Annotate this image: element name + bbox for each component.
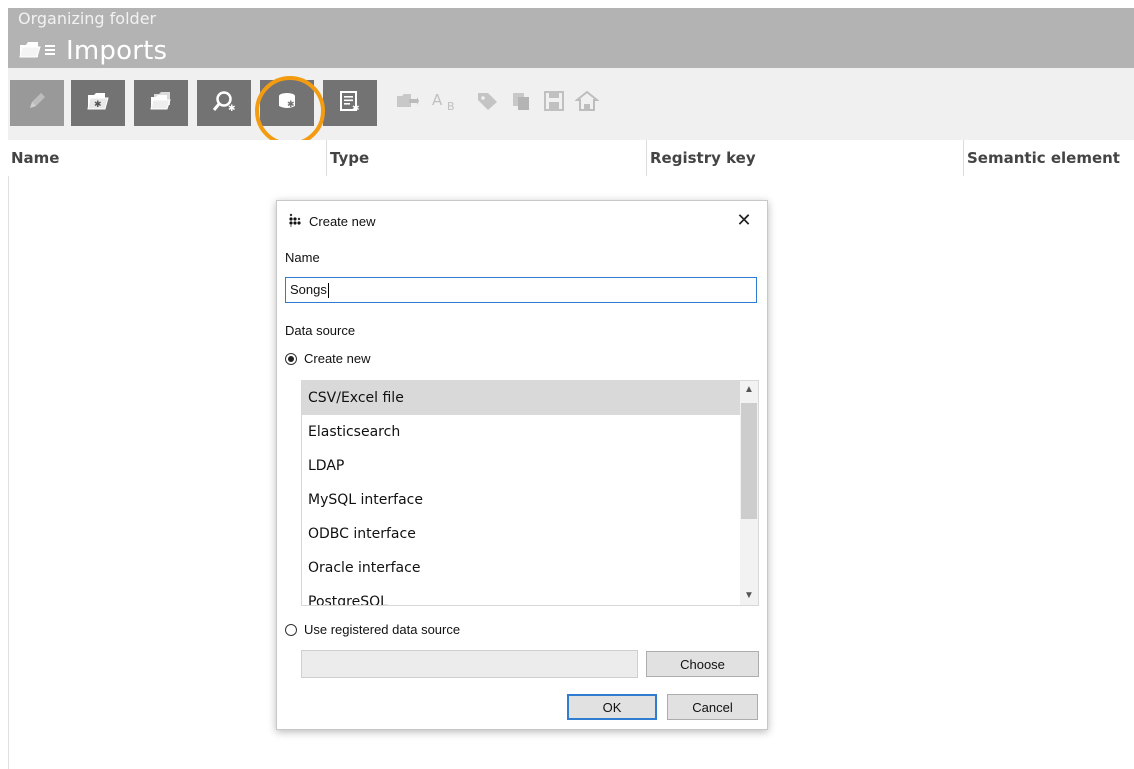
data-source-type-list[interactable]: CSV/Excel file Elasticsearch LDAP MySQL … bbox=[301, 380, 759, 606]
list-item[interactable]: PostgreSQL bbox=[302, 585, 740, 605]
folder-list-icon bbox=[18, 37, 60, 65]
svg-text:✱: ✱ bbox=[228, 104, 236, 113]
svg-text:B: B bbox=[447, 100, 455, 112]
page-header: Organizing folder Imports bbox=[8, 8, 1134, 68]
home-button[interactable] bbox=[574, 90, 600, 116]
database-add-icon: ✱ bbox=[274, 89, 300, 117]
dialog-title: Create new bbox=[309, 214, 376, 229]
svg-text:✱: ✱ bbox=[287, 100, 295, 110]
use-registered-radio-row[interactable]: Use registered data source bbox=[285, 622, 460, 637]
scrollbar-thumb[interactable] bbox=[741, 403, 757, 519]
list-scrollbar[interactable]: ▲ ▼ bbox=[740, 381, 758, 605]
scroll-up-button[interactable]: ▲ bbox=[740, 381, 758, 399]
text-caret bbox=[327, 283, 329, 299]
svg-text:✱: ✱ bbox=[352, 104, 360, 113]
chevron-down-icon: ▼ bbox=[744, 590, 754, 601]
move-icon bbox=[395, 91, 419, 115]
scroll-down-button[interactable]: ▼ bbox=[740, 587, 758, 605]
tag-button[interactable] bbox=[474, 90, 500, 116]
choose-button[interactable]: Choose bbox=[646, 651, 759, 677]
page-title: Imports bbox=[66, 36, 168, 66]
ok-button[interactable]: OK bbox=[567, 694, 657, 720]
registered-source-field[interactable] bbox=[301, 650, 638, 678]
search-add-icon: ✱ bbox=[211, 89, 237, 117]
create-new-radio[interactable] bbox=[285, 352, 297, 365]
close-icon: ✕ bbox=[736, 210, 752, 230]
column-header-row: Name Type Registry key Semantic element bbox=[8, 140, 1134, 176]
save-button[interactable] bbox=[541, 90, 567, 116]
breadcrumb-subtitle: Organizing folder bbox=[18, 9, 157, 28]
toolbar: ✱ ✱ ✱ ✱ AB bbox=[8, 68, 1134, 148]
data-source-label: Data source bbox=[285, 323, 356, 338]
new-form-button[interactable]: ✱ bbox=[323, 80, 377, 126]
save-icon bbox=[543, 90, 565, 116]
list-item[interactable]: Oracle interface bbox=[302, 551, 740, 585]
edit-button[interactable] bbox=[10, 80, 64, 126]
create-new-radio-row[interactable]: Create new bbox=[285, 351, 370, 366]
dialog-titlebar: Create new bbox=[289, 213, 375, 230]
title-row: Imports bbox=[18, 34, 167, 68]
cancel-button[interactable]: Cancel bbox=[667, 694, 758, 720]
list-item[interactable]: CSV/Excel file bbox=[302, 381, 740, 415]
pencil-icon bbox=[25, 89, 49, 117]
list-item[interactable]: ODBC interface bbox=[302, 517, 740, 551]
list-item[interactable]: MySQL interface bbox=[302, 483, 740, 517]
list-item[interactable]: LDAP bbox=[302, 449, 740, 483]
new-search-button[interactable]: ✱ bbox=[197, 80, 251, 126]
rename-button[interactable]: AB bbox=[430, 90, 464, 116]
column-header-name[interactable]: Name bbox=[8, 140, 321, 176]
folder-add-icon: ✱ bbox=[85, 89, 111, 117]
new-data-source-button[interactable]: ✱ bbox=[260, 80, 314, 126]
tag-icon bbox=[475, 90, 499, 116]
svg-text:✱: ✱ bbox=[94, 100, 102, 110]
column-header-registry-key[interactable]: Registry key bbox=[646, 140, 960, 176]
form-add-icon: ✱ bbox=[337, 89, 363, 117]
copy-icon bbox=[510, 90, 532, 116]
name-input[interactable]: Songs bbox=[285, 277, 757, 303]
close-button[interactable]: ✕ bbox=[733, 209, 755, 231]
app-dots-icon bbox=[289, 213, 301, 230]
new-folders-button[interactable] bbox=[134, 80, 188, 126]
use-registered-radio-label: Use registered data source bbox=[304, 622, 461, 637]
create-new-radio-label: Create new bbox=[304, 351, 371, 366]
column-header-type[interactable]: Type bbox=[326, 140, 642, 176]
copy-button[interactable] bbox=[508, 90, 534, 116]
svg-text:A: A bbox=[432, 91, 443, 109]
home-icon bbox=[574, 90, 600, 116]
folders-icon bbox=[148, 89, 174, 117]
new-folder-button[interactable]: ✱ bbox=[71, 80, 125, 126]
content-divider bbox=[8, 176, 9, 769]
use-registered-radio[interactable] bbox=[285, 623, 297, 636]
rename-icon: AB bbox=[430, 90, 464, 116]
name-input-value: Songs bbox=[290, 282, 327, 297]
column-header-semantic-element[interactable]: Semantic element bbox=[963, 140, 1134, 176]
list-item[interactable]: Elasticsearch bbox=[302, 415, 740, 449]
create-new-dialog: Create new ✕ Name Songs Data source Crea… bbox=[276, 200, 768, 730]
chevron-up-icon: ▲ bbox=[744, 384, 754, 395]
name-label: Name bbox=[285, 250, 320, 265]
move-button[interactable] bbox=[394, 90, 420, 116]
